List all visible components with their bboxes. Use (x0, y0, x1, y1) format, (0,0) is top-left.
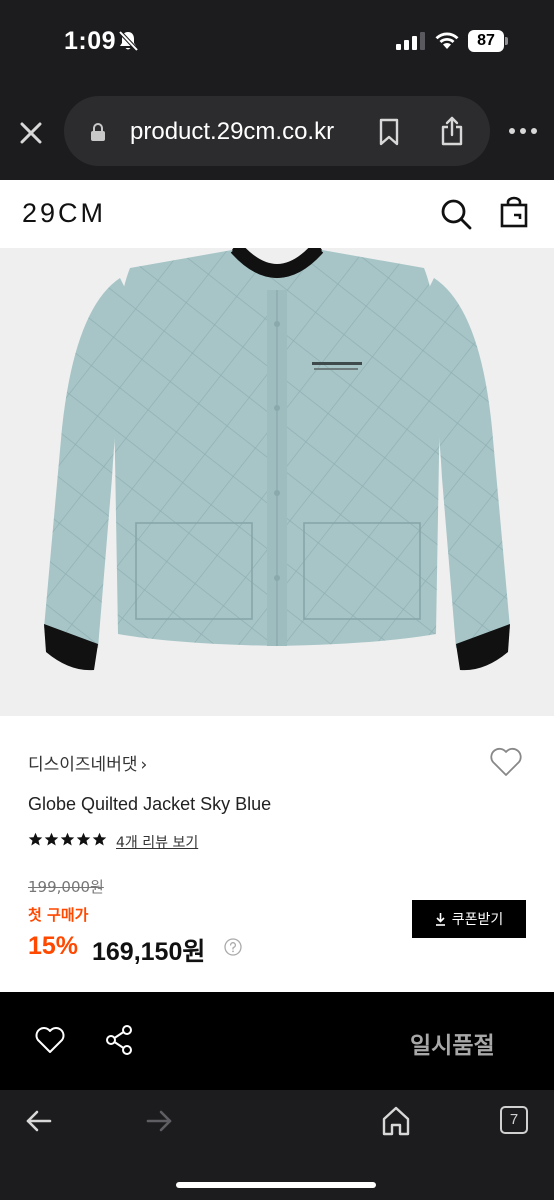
tabs-button[interactable]: 7 (500, 1106, 528, 1134)
forward-arrow-icon[interactable] (146, 1110, 172, 1132)
browser-url-row: product.29cm.co.kr (0, 86, 554, 180)
lock-icon (91, 123, 105, 141)
wifi-icon (435, 32, 459, 49)
review-link[interactable]: 4개 리뷰 보기 (116, 832, 198, 852)
browser-toolbar: 7 (0, 1090, 554, 1200)
close-icon[interactable] (18, 120, 44, 146)
help-icon[interactable] (224, 938, 242, 956)
product-info: 디스이즈네버댓 › Globe Quilted Jacket Sky Blue 4… (0, 716, 554, 990)
web-page: 29CM 디스이즈네버댓 › Globe Quilted Jacket Sky … (0, 180, 554, 990)
star-icon (76, 832, 91, 846)
purchase-action-bar: 일시품절 (0, 992, 554, 1090)
sale-price: 169,150원 (92, 938, 206, 966)
jacket-illustration (0, 248, 554, 716)
battery-tip (505, 37, 508, 45)
brand-link[interactable]: 디스이즈네버댓 › (28, 750, 147, 775)
bell-off-icon (118, 30, 138, 52)
share-icon[interactable] (440, 116, 464, 146)
site-logo[interactable]: 29CM (22, 198, 106, 229)
discount-rate: 15% (28, 932, 79, 960)
status-time: 1:09 (64, 27, 117, 55)
star-icon (44, 832, 59, 846)
more-options-icon[interactable] (508, 126, 538, 136)
original-price: 199,000원 (28, 878, 104, 896)
wishlist-heart-icon[interactable] (488, 746, 524, 778)
coupon-download-button[interactable]: 쿠폰받기 (412, 900, 526, 938)
star-icon (60, 832, 75, 846)
screen: 1:09 87 product.29cm.co.kr 29CM 디스이즈네버댓 … (0, 0, 554, 1200)
rating-stars (28, 832, 107, 850)
star-icon (92, 832, 107, 846)
cellular-signal-icon (396, 32, 425, 50)
battery-indicator: 87 (468, 30, 508, 52)
search-icon[interactable] (440, 198, 472, 230)
shopping-bag-icon[interactable] (500, 196, 528, 228)
status-bar: 1:09 87 (0, 0, 554, 86)
share-network-icon[interactable] (104, 1024, 134, 1056)
download-icon (435, 912, 445, 926)
product-name: Globe Quilted Jacket Sky Blue (28, 794, 272, 814)
battery-level: 87 (468, 30, 504, 52)
product-image[interactable] (0, 248, 554, 716)
first-purchase-label: 첫 구매가 (28, 906, 89, 924)
home-indicator (176, 1182, 376, 1188)
chevron-right-icon: › (140, 755, 148, 775)
url-text: product.29cm.co.kr (130, 118, 335, 145)
soldout-button[interactable]: 일시품절 (410, 1026, 495, 1060)
address-bar[interactable]: product.29cm.co.kr (64, 96, 490, 166)
coupon-button-label: 쿠폰받기 (451, 912, 504, 928)
home-icon[interactable] (382, 1106, 410, 1136)
star-icon (28, 832, 43, 846)
brand-name: 디스이즈네버댓 (28, 755, 138, 775)
back-arrow-icon[interactable] (26, 1110, 52, 1132)
site-header: 29CM (0, 180, 554, 248)
heart-icon[interactable] (34, 1026, 66, 1054)
bookmark-icon[interactable] (378, 118, 400, 146)
